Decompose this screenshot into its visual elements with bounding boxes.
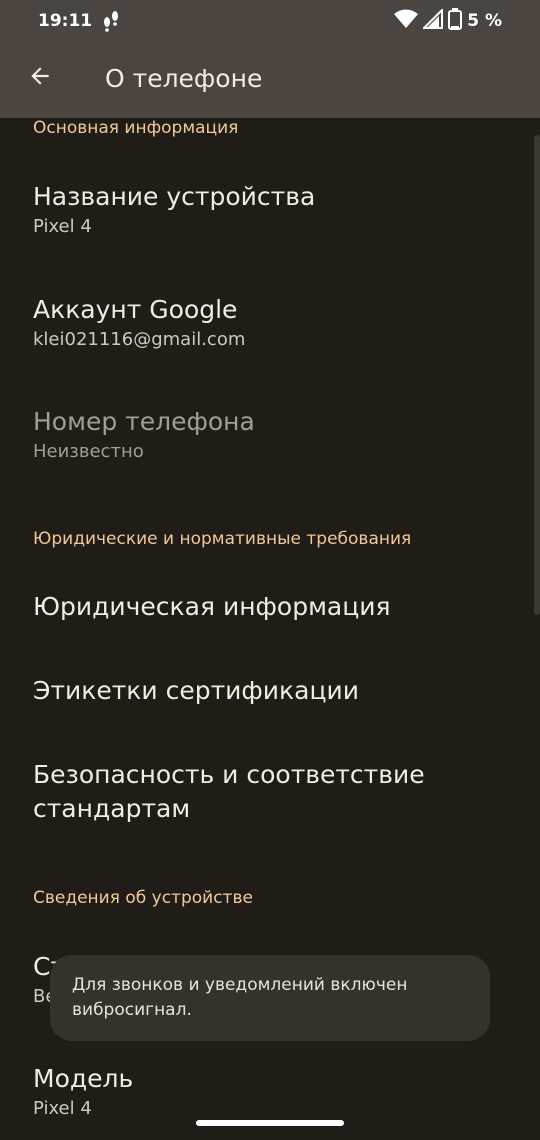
legal-info-item[interactable]: Юридическая информация (0, 590, 520, 624)
google-account-item[interactable]: Аккаунт Google klei021116@gmail.com (0, 293, 520, 350)
battery-icon (448, 8, 463, 34)
google-account-value: klei021116@gmail.com (33, 329, 246, 350)
phone-number-title: Номер телефона (33, 407, 255, 436)
toast-message: Для звонков и уведомлений включен виброс… (50, 955, 490, 1041)
signal-icon (421, 7, 444, 33)
status-bar: 19:11 5 % (0, 0, 540, 44)
model-value: Pixel 4 (33, 1098, 92, 1119)
section-header-basic: Основная информация (33, 118, 239, 138)
certification-labels-title: Этикетки сертификации (33, 676, 359, 705)
safety-regulatory-title-line1: Безопасность и соответствие (33, 760, 425, 789)
section-header-device: Сведения об устройстве (33, 888, 253, 908)
model-title: Модель (33, 1064, 134, 1093)
toast-line-1: Для звонков и уведомлений включен (72, 975, 408, 995)
toast-line-2: вибросигнал. (72, 1000, 192, 1020)
legal-info-title: Юридическая информация (33, 592, 391, 621)
safety-regulatory-item[interactable]: Безопасность и соответствие стандартам (0, 758, 520, 826)
page-title: О телефоне (105, 64, 263, 93)
notification-icon (100, 8, 122, 32)
gesture-nav-handle[interactable] (196, 1120, 344, 1126)
device-name-item[interactable]: Название устройства Pixel 4 (0, 180, 520, 237)
arrow-back-icon (27, 63, 53, 93)
phone-number-item: Номер телефона Неизвестно (0, 405, 520, 462)
phone-number-value: Неизвестно (33, 441, 144, 462)
certification-labels-item[interactable]: Этикетки сертификации (0, 674, 520, 708)
device-name-title: Название устройства (33, 182, 316, 211)
device-name-value: Pixel 4 (33, 216, 92, 237)
app-bar: О телефоне (0, 44, 540, 118)
safety-regulatory-title-line2: стандартам (33, 794, 191, 823)
scrollbar[interactable] (534, 135, 540, 615)
status-icons: 5 % (394, 7, 502, 34)
google-account-title: Аккаунт Google (33, 295, 238, 324)
section-header-legal: Юридические и нормативные требования (33, 529, 412, 549)
wifi-icon (394, 9, 419, 33)
back-button[interactable] (18, 56, 62, 100)
status-time: 19:11 (38, 11, 93, 31)
battery-percent: 5 % (467, 11, 502, 31)
model-item[interactable]: Модель Pixel 4 (0, 1062, 520, 1119)
